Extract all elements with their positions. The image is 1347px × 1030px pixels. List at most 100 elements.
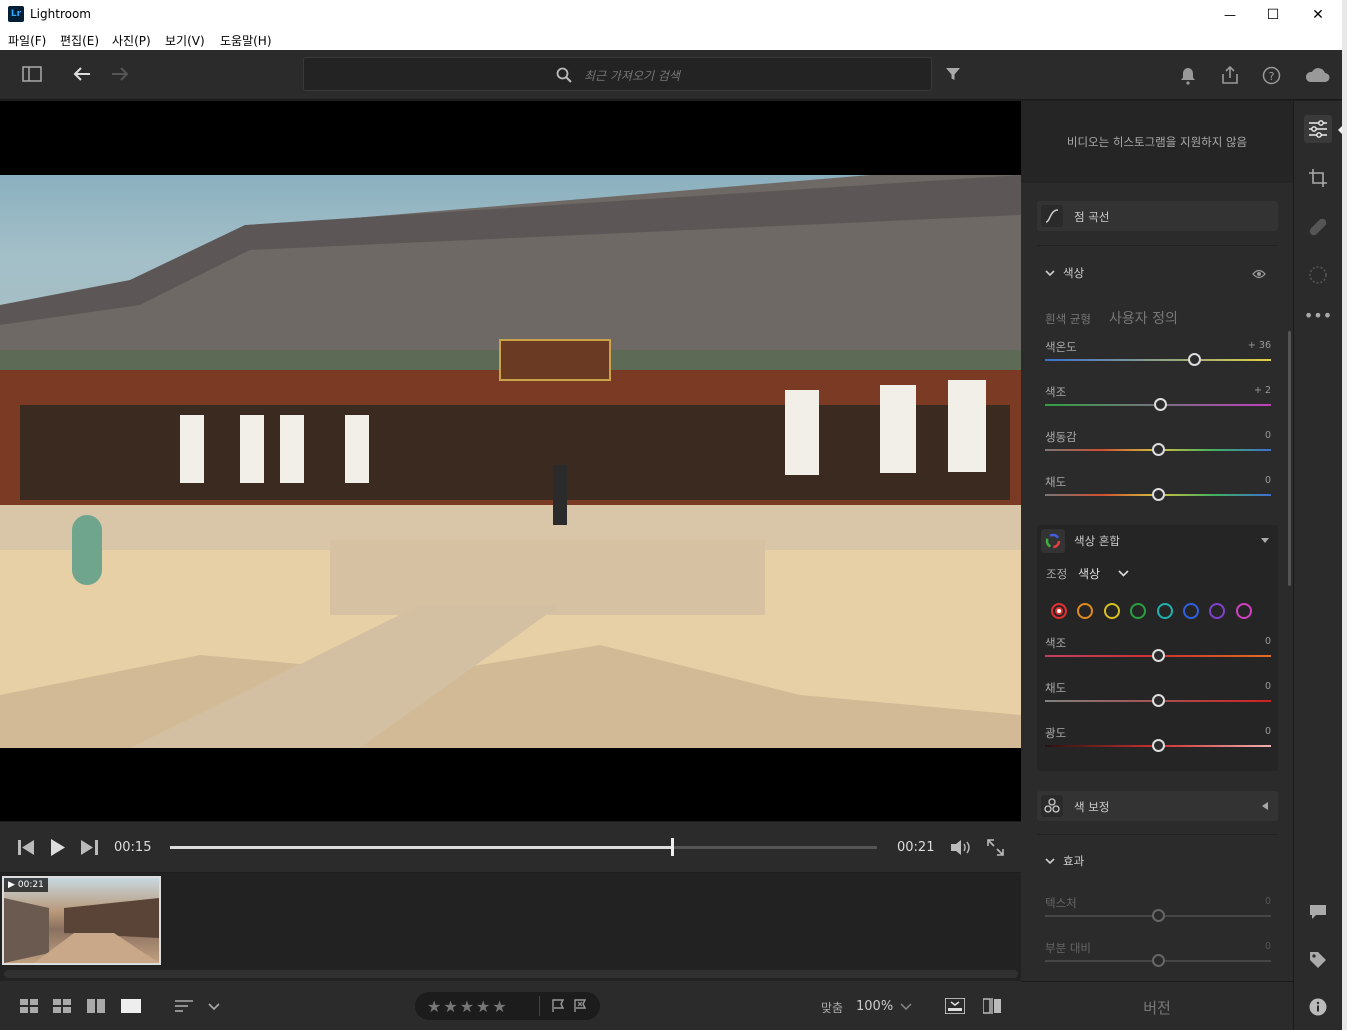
slider-value[interactable]: + 2 [1254,385,1271,396]
slider-value[interactable]: 0 [1265,636,1271,647]
slider-value[interactable]: 0 [1265,430,1271,441]
help-icon[interactable]: ? [1262,66,1281,85]
color-grading-section[interactable]: 색 보정 [1037,791,1278,821]
slider-thumb[interactable] [1151,909,1165,922]
slider-color-3[interactable]: 채도 0 [1045,474,1271,510]
color-mix-collapse-icon[interactable] [1261,538,1269,544]
color-mix-title[interactable]: 색상 혼합 [1074,533,1120,549]
adjust-value[interactable]: 색상 [1078,565,1100,582]
slider-value[interactable]: + 36 [1248,340,1271,351]
pick-flag-icon[interactable] [551,999,565,1013]
panel-toggle-icon[interactable] [22,66,42,82]
zoom-value[interactable]: 100% [856,999,893,1014]
filmstrip-toggle-icon[interactable] [945,998,965,1014]
color-section-chevron-icon[interactable] [1045,270,1055,277]
share-icon[interactable] [1220,65,1240,85]
slider-color-0[interactable]: 색온도 + 36 [1045,339,1271,375]
version-button[interactable]: 버전 [1021,997,1293,1018]
menu-photo[interactable]: 사진(P) [112,32,151,49]
filter-icon[interactable] [945,67,961,81]
rating-star-3[interactable]: ★ [460,997,476,1016]
color-swatch-7[interactable] [1235,603,1252,619]
color-swatch-4[interactable] [1156,603,1173,619]
slider-color-1[interactable]: 색조 + 2 [1045,384,1271,420]
maximize-button[interactable]: ☐ [1253,0,1293,30]
expand-triangle-icon[interactable] [1262,802,1268,810]
slider-thumb[interactable] [1153,398,1167,411]
volume-icon[interactable] [950,839,972,856]
adjust-chevron-down-icon[interactable] [1118,570,1129,577]
sort-icon[interactable] [175,1000,193,1013]
before-after-icon[interactable] [983,998,1001,1014]
slider-value[interactable]: 0 [1265,941,1271,952]
chevron-down-icon[interactable] [208,1003,220,1011]
slider-track[interactable] [1045,359,1271,361]
keywords-button[interactable] [1304,946,1332,974]
color-swatch-1[interactable] [1077,603,1094,619]
filmstrip-scrollbar[interactable] [4,970,1018,978]
next-frame-icon[interactable] [78,840,98,855]
video-viewer[interactable] [0,101,1021,821]
crop-tool-button[interactable] [1304,164,1332,192]
rating-star-4[interactable]: ★ [476,997,492,1016]
scrubber-handle[interactable] [670,838,674,856]
grid-view-icon[interactable] [53,999,71,1013]
slider-color-2[interactable]: 생동감 0 [1045,429,1271,465]
rating-star-2[interactable]: ★ [443,997,459,1016]
slider-effects-0[interactable]: 텍스처 0 [1045,895,1271,931]
slider-thumb[interactable] [1151,739,1165,752]
slider-thumb[interactable] [1187,353,1201,366]
slider-value[interactable]: 0 [1265,896,1271,907]
comments-button[interactable] [1304,898,1332,926]
forward-arrow-icon[interactable] [110,65,130,83]
rating-star-1[interactable]: ★ [427,997,443,1016]
search-box[interactable]: 최근 가져오기 검색 [303,57,932,91]
slider-mix-2[interactable]: 광도 0 [1045,725,1271,761]
star-rating[interactable]: ★★★★★ [427,997,509,1016]
cloud-icon[interactable] [1304,67,1330,83]
video-scrubber[interactable] [170,838,877,856]
slider-thumb[interactable] [1151,488,1165,501]
point-curve-section[interactable]: 점 곡선 [1037,201,1278,231]
bell-icon[interactable] [1180,67,1196,85]
slider-effects-1[interactable]: 부분 대비 0 [1045,940,1271,976]
menu-help[interactable]: 도움말(H) [220,32,272,49]
slider-mix-1[interactable]: 채도 0 [1045,680,1271,716]
color-swatch-5[interactable] [1183,603,1199,619]
rating-star-5[interactable]: ★ [492,997,508,1016]
compare-view-icon[interactable] [87,999,105,1013]
color-swatch-0[interactable] [1051,603,1067,619]
close-button[interactable]: ✕ [1298,0,1338,30]
menu-file[interactable]: 파일(F) [8,32,46,49]
reject-flag-icon[interactable] [573,999,587,1013]
play-icon[interactable] [50,839,66,856]
info-button[interactable] [1304,993,1332,1021]
video-frame[interactable] [0,175,1021,748]
panel-scrollbar[interactable] [1288,331,1291,586]
slider-value[interactable]: 0 [1265,681,1271,692]
menu-edit[interactable]: 편집(E) [60,32,99,49]
detail-view-icon[interactable] [121,999,141,1013]
filmstrip-thumbnail[interactable]: ▶ 00:21 [2,876,161,965]
zoom-chevron-down-icon[interactable] [900,1003,912,1011]
more-tools-button[interactable]: ••• [1304,301,1332,329]
color-swatch-2[interactable] [1103,603,1120,619]
slider-thumb[interactable] [1151,694,1165,707]
slider-value[interactable]: 0 [1265,475,1271,486]
slider-value[interactable]: 0 [1265,726,1271,737]
effects-title[interactable]: 효과 [1063,853,1084,869]
slider-thumb[interactable] [1151,443,1165,456]
fullscreen-icon[interactable] [987,839,1004,856]
slider-thumb[interactable] [1151,954,1165,967]
back-arrow-icon[interactable] [72,65,92,83]
effects-chevron-icon[interactable] [1045,858,1055,865]
eye-icon[interactable] [1252,269,1266,279]
menu-view[interactable]: 보기(V) [165,32,205,49]
minimize-button[interactable]: — [1210,0,1250,30]
slider-mix-0[interactable]: 색조 0 [1045,635,1271,671]
previous-frame-icon[interactable] [18,840,38,855]
color-swatch-6[interactable] [1209,603,1226,619]
color-swatch-3[interactable] [1130,603,1147,619]
color-section-title[interactable]: 색상 [1063,265,1084,281]
slider-thumb[interactable] [1151,649,1165,662]
